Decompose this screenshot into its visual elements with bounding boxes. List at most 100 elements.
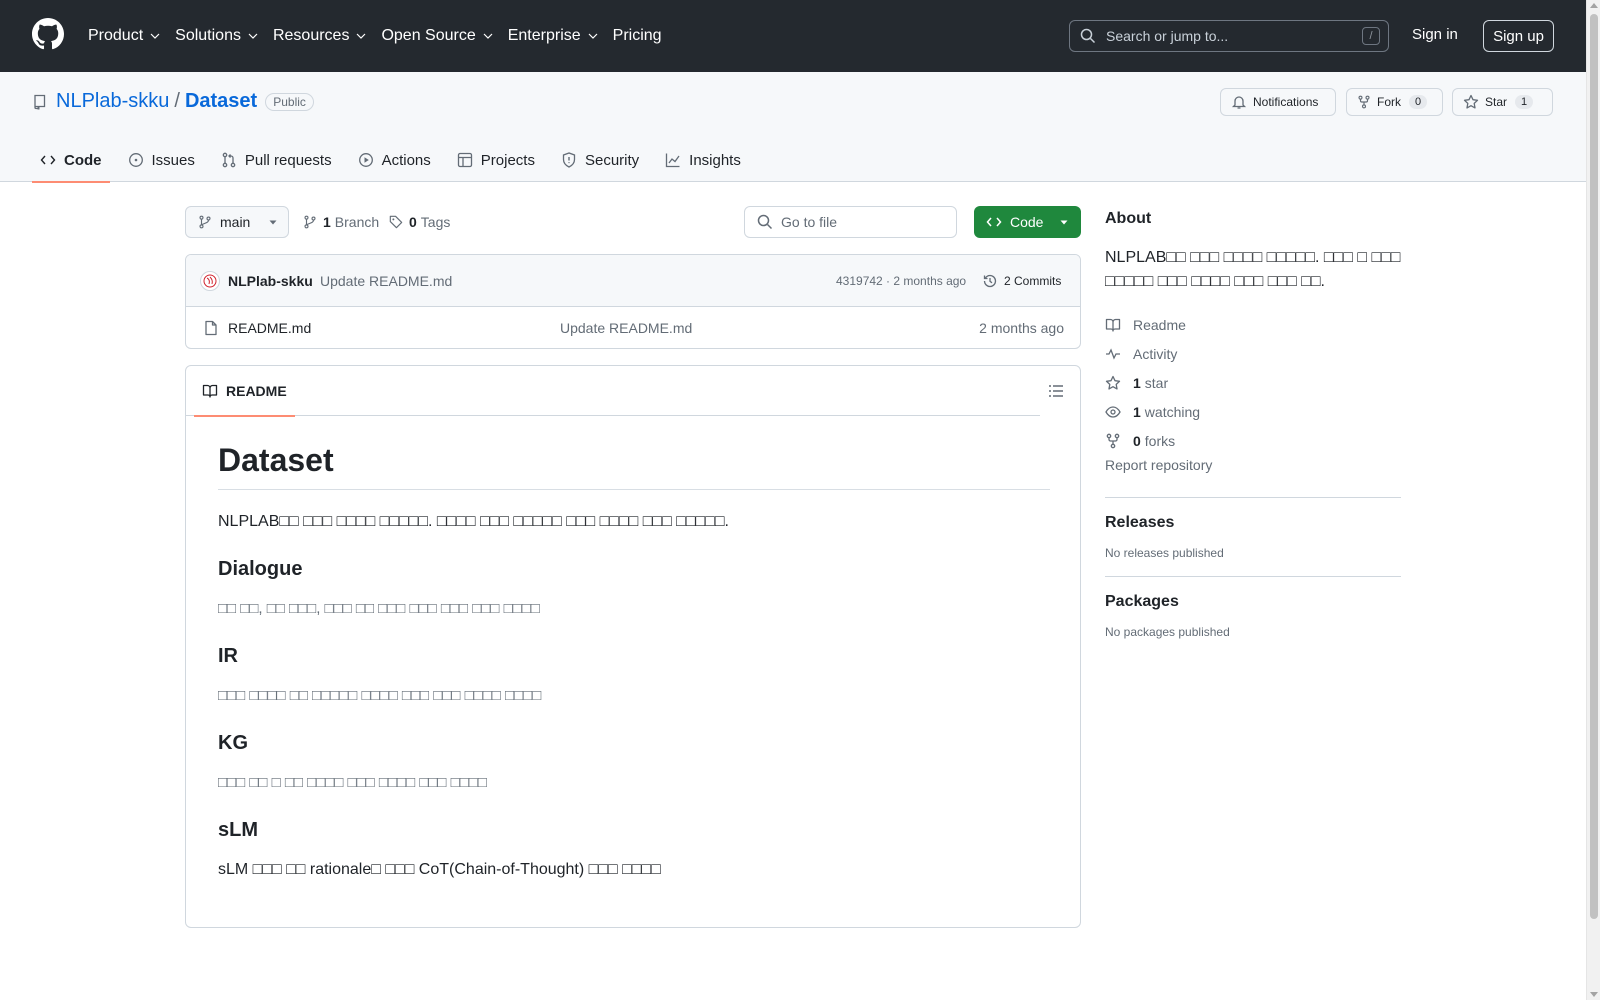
star-label: Star: [1485, 95, 1508, 109]
repo-tabs: Code Issues Pull requests Actions Projec…: [32, 138, 759, 183]
star-button[interactable]: Star 1: [1452, 88, 1553, 116]
tab-security[interactable]: Security: [553, 138, 647, 182]
commit-author-link[interactable]: NLPlab-skku: [228, 273, 313, 289]
tags-link[interactable]: 0 Tags: [389, 214, 450, 230]
repo-title: NLPlab-skku / Dataset Public: [32, 90, 314, 113]
commit-hash-time[interactable]: 4319742 · 2 months ago: [836, 274, 966, 288]
go-to-file-input[interactable]: Go to file: [744, 206, 957, 238]
commit-message-link[interactable]: Update README.md: [320, 273, 452, 289]
about-sidebar: About NLPLAB□□ □□□ □□□□ □□□□□. □□□ □ □□□…: [1105, 210, 1401, 639]
section-heading: KG: [218, 732, 248, 754]
github-logo-icon[interactable]: [32, 18, 64, 50]
nav-pricing[interactable]: Pricing: [613, 27, 662, 45]
notifications-button[interactable]: Notifications: [1220, 88, 1336, 116]
sign-up-button[interactable]: Sign up: [1483, 20, 1554, 52]
fork-button[interactable]: Fork 0: [1346, 88, 1443, 116]
tab-projects[interactable]: Projects: [449, 138, 543, 182]
tab-code[interactable]: Code: [32, 138, 110, 183]
file-commit-time: 2 months ago: [979, 320, 1064, 336]
caret-down-icon: [1060, 220, 1068, 225]
search-input[interactable]: Search or jump to... /: [1069, 20, 1389, 52]
tab-projects-label: Projects: [480, 151, 535, 169]
forks-link[interactable]: 0 forks: [1105, 426, 1401, 455]
code-icon: [40, 155, 56, 165]
star-icon: [1105, 375, 1121, 390]
play-icon: [358, 153, 373, 167]
nav-pricing-label: Pricing: [612, 27, 662, 44]
nav-open-source[interactable]: Open Source: [381, 27, 493, 45]
readme-panel: README Dataset NLPLAB□□ □□□ □□□□ □□□□□. …: [185, 365, 1081, 928]
file-commit-message-link[interactable]: Update README.md: [560, 320, 692, 336]
branch-label: Branch: [334, 214, 380, 230]
star-icon: [1463, 94, 1479, 109]
branches-link[interactable]: 1 Branch: [303, 214, 379, 230]
nav-product-label: Product: [88, 27, 144, 44]
commits-history-link[interactable]: 2 Commits: [982, 273, 1061, 289]
readme-tab-label: README: [226, 383, 287, 399]
tag-label: Tags: [420, 214, 451, 230]
tab-readme[interactable]: README: [194, 366, 295, 417]
eye-icon: [1105, 405, 1121, 418]
tag-icon: [389, 215, 403, 229]
search-icon: [757, 214, 773, 230]
nav-solutions[interactable]: Solutions: [175, 27, 259, 45]
branch-selector[interactable]: main: [185, 206, 289, 238]
scrollbar-thumb[interactable]: [1590, 14, 1598, 919]
nav-resources[interactable]: Resources: [273, 27, 367, 45]
table-row[interactable]: README.md Update README.md 2 months ago: [186, 307, 1080, 348]
readme-content: Dataset NLPLAB□□ □□□ □□□□ □□□□□. □□□□ □□…: [218, 442, 1050, 882]
nav-open-source-label: Open Source: [381, 27, 476, 44]
tab-actions[interactable]: Actions: [350, 138, 439, 182]
activity-link-label: Activity: [1133, 345, 1178, 362]
packages-empty-text: No packages published: [1105, 625, 1230, 639]
notifications-label: Notifications: [1253, 95, 1319, 109]
watching-label: watching: [1144, 403, 1201, 420]
fork-icon: [1358, 95, 1370, 109]
repo-description: NLPLAB□□ □□□ □□□□ □□□□□. □□□ □ □□□ □□□□□…: [1105, 249, 1401, 290]
chevron-down-icon: [357, 33, 366, 39]
forks-label: forks: [1144, 432, 1176, 449]
scroll-down-arrow-icon[interactable]: [1590, 992, 1598, 997]
caret-down-icon: [269, 220, 277, 225]
readme-tabbar: README: [186, 366, 1040, 417]
packages-title[interactable]: Packages: [1105, 593, 1401, 611]
tab-insights[interactable]: Insights: [657, 138, 749, 182]
chevron-down-icon: [248, 33, 258, 39]
star-count: 1: [1515, 95, 1534, 109]
readme-link[interactable]: Readme: [1105, 310, 1401, 339]
readme-intro: NLPLAB□□ □□□ □□□□ □□□□□. □□□□ □□□ □□□□□ …: [218, 513, 729, 530]
report-repository-link[interactable]: Report repository: [1105, 457, 1401, 481]
tab-issues[interactable]: Issues: [120, 138, 203, 182]
file-name-link[interactable]: README.md: [228, 320, 311, 336]
divider: [1105, 576, 1401, 577]
stars-count: 1: [1133, 374, 1141, 391]
releases-title[interactable]: Releases: [1105, 514, 1401, 532]
avatar[interactable]: [200, 271, 220, 291]
repo-owner-link[interactable]: NLPlab-skku: [56, 90, 169, 113]
tab-actions-label: Actions: [381, 151, 431, 169]
divider: [1105, 497, 1401, 498]
go-to-file-placeholder: Go to file: [781, 214, 838, 230]
branch-icon: [304, 215, 316, 229]
watching-link[interactable]: 1 watching: [1105, 397, 1401, 426]
commits-count-label: 2 Commits: [1004, 274, 1062, 288]
readme-title: Dataset: [218, 442, 1050, 490]
sign-in-link[interactable]: Sign in: [1412, 26, 1458, 43]
nav-product[interactable]: Product: [88, 27, 161, 45]
scroll-up-arrow-icon[interactable]: [1590, 3, 1598, 8]
activity-link[interactable]: Activity: [1105, 339, 1401, 368]
stars-link[interactable]: 1 star: [1105, 368, 1401, 397]
page-scrollbar[interactable]: [1586, 0, 1600, 1000]
table-icon: [457, 152, 472, 168]
repo-name-link[interactable]: Dataset: [185, 90, 257, 113]
stars-label: star: [1144, 374, 1169, 391]
nav-resources-label: Resources: [272, 27, 350, 44]
code-dropdown-button[interactable]: Code: [974, 206, 1081, 238]
nav-enterprise-label: Enterprise: [507, 27, 581, 44]
list-icon[interactable]: [1048, 383, 1064, 399]
tab-security-label: Security: [584, 151, 640, 169]
nav-enterprise[interactable]: Enterprise: [508, 27, 599, 45]
issue-icon: [128, 153, 143, 167]
file-icon: [205, 320, 217, 336]
tab-pull-requests[interactable]: Pull requests: [213, 138, 340, 182]
